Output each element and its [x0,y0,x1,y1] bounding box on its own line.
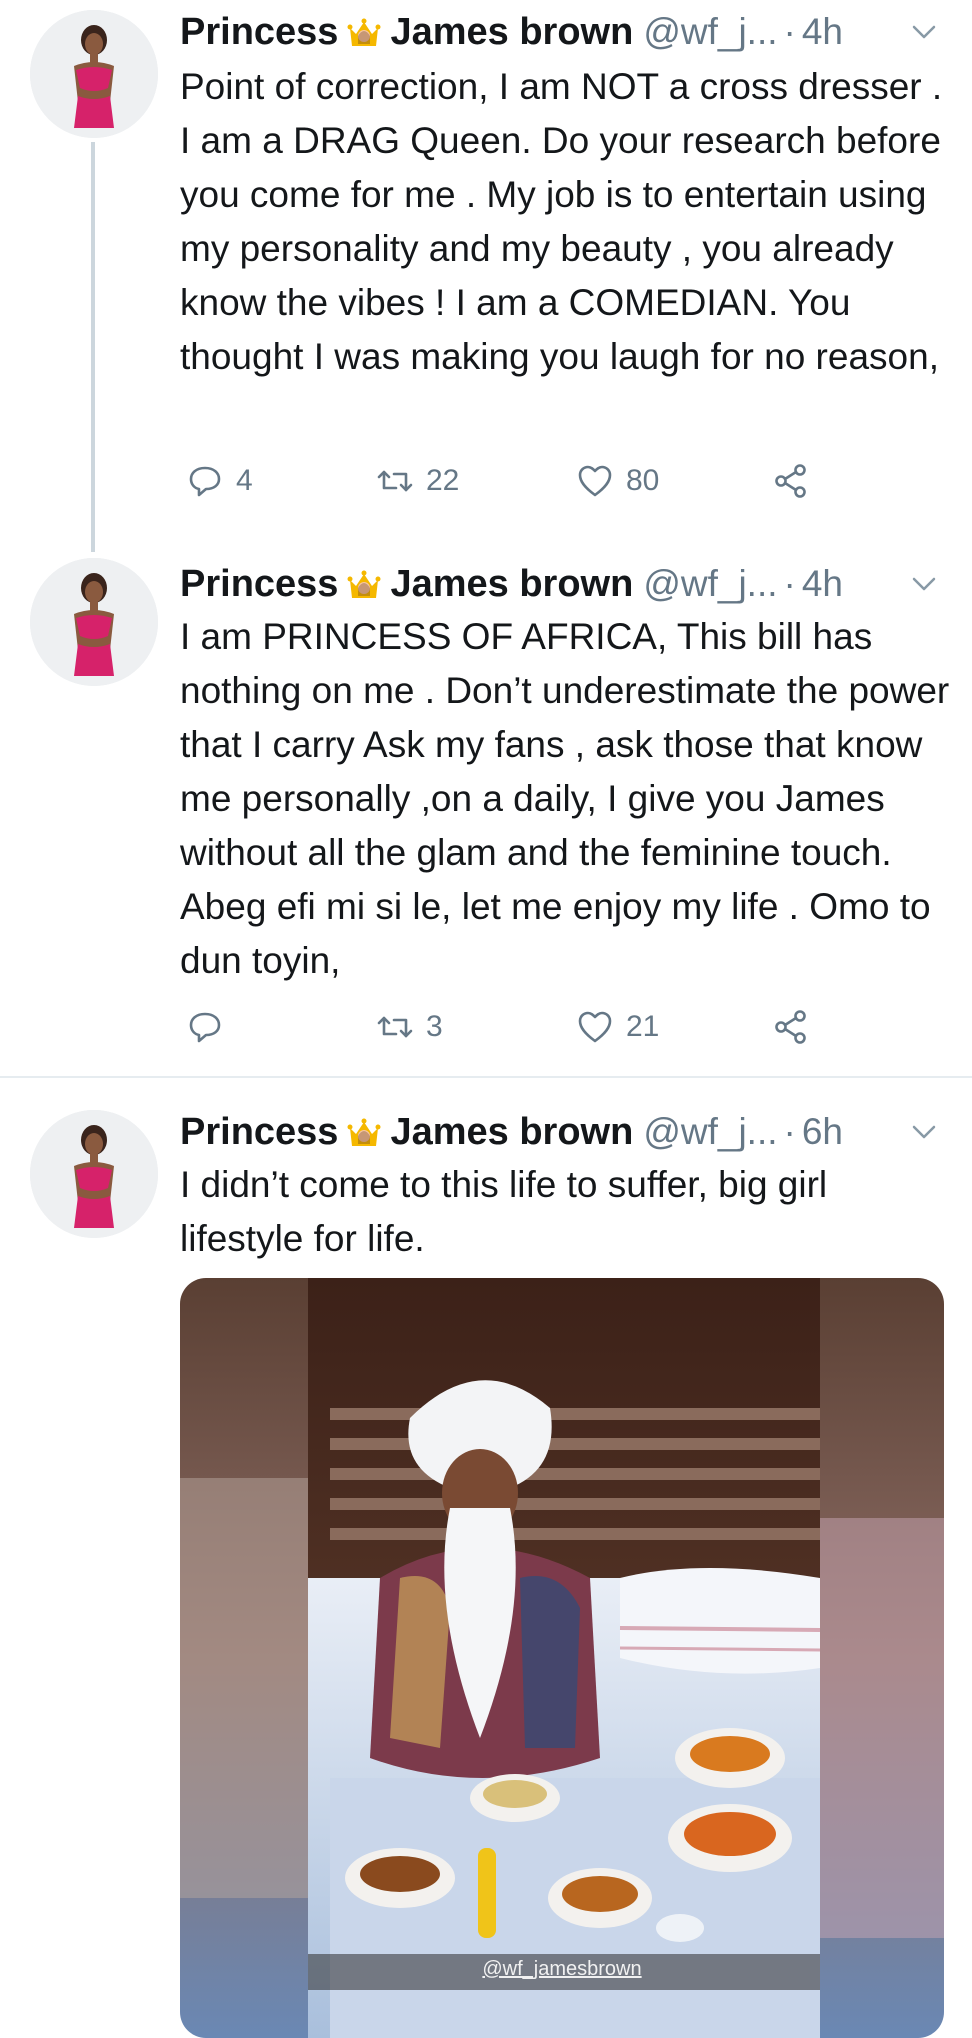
retweet-count: 22 [426,464,460,497]
tweet-header: Princess James brown @wf_j... · 6h [180,1110,952,1154]
tweet-divider [0,1076,972,1078]
timestamp[interactable]: 4h [802,10,843,54]
display-name-2[interactable]: James brown [390,10,633,54]
avatar[interactable] [30,558,158,686]
tweet-actions: 3 21 [186,1008,826,1052]
separator-dot: · [783,11,796,52]
user-handle[interactable]: @wf_j... [643,562,777,606]
chevron-down-icon[interactable] [906,14,942,50]
reply-button[interactable] [186,1008,236,1046]
chevron-down-icon[interactable] [906,566,942,602]
retweet-icon [377,1016,413,1038]
user-handle[interactable]: @wf_j... [643,1110,777,1154]
tweet-text: I didn’t come to this life to suffer, bi… [180,1164,828,1259]
reply-count: 4 [236,464,253,497]
tweet-1[interactable]: Princess James brown @wf_j... · 4h Point… [0,0,972,552]
reply-icon [189,466,221,497]
tweet-media-image[interactable]: @wf_jamesbrown [180,1278,944,2038]
retweet-icon [377,470,413,492]
separator-dot: · [783,563,796,604]
reply-button[interactable]: 4 [186,462,253,500]
crown-emoji-icon [347,18,381,46]
display-name-2[interactable]: James brown [390,1110,633,1154]
share-button[interactable] [772,462,822,500]
tweet-actions: 4 22 80 [186,462,826,506]
retweet-count: 3 [426,1010,443,1043]
thread-line [91,142,95,552]
reply-icon [189,1012,221,1043]
user-handle[interactable]: @wf_j... [643,10,777,54]
like-button[interactable]: 80 [576,462,659,500]
share-icon [775,1010,806,1044]
avatar[interactable] [30,1110,158,1238]
like-count: 80 [626,464,660,497]
media-watermark: @wf_jamesbrown [482,1958,642,1980]
retweet-button[interactable]: 3 [376,1008,443,1046]
crown-emoji-icon [347,570,381,598]
like-count: 21 [626,1010,660,1043]
share-icon [775,464,806,498]
display-name[interactable]: Princess [180,562,338,606]
timestamp[interactable]: 6h [802,1110,843,1154]
separator-dot: · [783,1111,796,1152]
tweet-2[interactable]: Princess James brown @wf_j... · 4h I am … [0,548,972,1078]
like-icon [578,465,612,497]
like-button[interactable]: 21 [576,1008,659,1046]
avatar[interactable] [30,10,158,138]
chevron-down-icon[interactable] [906,1114,942,1150]
tweet-text: I am PRINCESS OF AFRICA, This bill has n… [180,616,950,981]
crown-emoji-icon [347,1118,381,1146]
like-icon [578,1011,612,1043]
share-button[interactable] [772,1008,822,1046]
tweet-text: Point of correction, I am NOT a cross dr… [180,66,943,377]
retweet-button[interactable]: 22 [376,462,459,500]
display-name[interactable]: Princess [180,10,338,54]
tweet-header: Princess James brown @wf_j... · 4h [180,10,952,54]
timestamp[interactable]: 4h [802,562,843,606]
tweet-header: Princess James brown @wf_j... · 4h [180,562,952,606]
display-name[interactable]: Princess [180,1110,338,1154]
display-name-2[interactable]: James brown [390,562,633,606]
